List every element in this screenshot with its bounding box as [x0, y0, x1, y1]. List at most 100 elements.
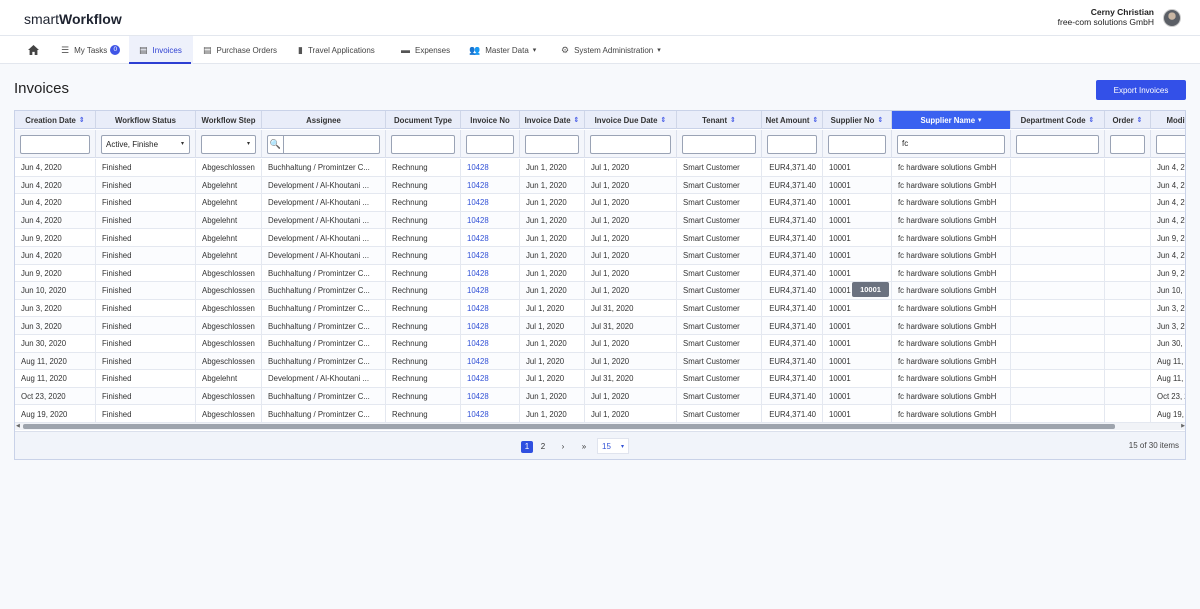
sort-icon[interactable]: ⇕ [1137, 116, 1143, 124]
filter-document-type-input[interactable] [391, 135, 455, 154]
filter-order-input[interactable] [1110, 135, 1145, 154]
column-header-workflow-status[interactable]: Workflow Status [96, 111, 196, 129]
nav-travel-applications[interactable]: ▮ Travel Applications [298, 36, 375, 64]
app-logo[interactable]: smartWorkflow [24, 11, 122, 27]
column-header-order[interactable]: Order ⇕ [1105, 111, 1151, 129]
table-row[interactable]: Oct 23, 2020 Finished Abgeschlossen Buchhal… [15, 387, 1185, 406]
page-button-2[interactable]: 2 [537, 441, 549, 453]
cell-invoice-no[interactable]: 10428 [461, 194, 520, 212]
cell-invoice-no[interactable]: 10428 [461, 229, 520, 247]
table-row[interactable]: Jun 3, 2020 Finished Abgeschlossen Buchhalt… [15, 299, 1185, 318]
filter-creation-date-input[interactable] [20, 135, 90, 154]
filter-assignee-input[interactable] [283, 135, 380, 154]
scroll-right-icon[interactable]: ▶ [1181, 423, 1185, 429]
cell-workflow-status: Finished [96, 194, 196, 212]
sort-icon[interactable]: ⇕ [1089, 116, 1095, 124]
column-header-assignee[interactable]: Assignee [262, 111, 386, 129]
search-icon[interactable]: 🔍 [267, 135, 283, 154]
cell-invoice-no[interactable]: 10428 [461, 176, 520, 195]
filter-invoice-date-input[interactable] [525, 135, 579, 154]
table-row[interactable]: Aug 11, 2020 Finished Abgelehnt Development… [15, 370, 1185, 388]
table-row[interactable]: Jun 4, 2020 Finished Abgelehnt Development … [15, 194, 1185, 212]
column-header-invoice-due-date[interactable]: Invoice Due Date ⇕ [585, 111, 677, 129]
filter-modified-input[interactable] [1156, 135, 1185, 154]
cell-document-type: Rechnung [386, 335, 461, 353]
filter-invoice-due-date-input[interactable] [590, 135, 671, 154]
next-page-button[interactable]: › [557, 441, 569, 453]
scrollbar-thumb[interactable] [23, 424, 1115, 429]
avatar[interactable] [1163, 9, 1181, 27]
sort-desc-icon[interactable]: ▾ [978, 116, 982, 124]
column-header-supplier-no[interactable]: Supplier No ⇕ [823, 111, 892, 129]
filter-net-amount-input[interactable] [767, 135, 817, 154]
column-header-invoice-no[interactable]: Invoice No [461, 111, 520, 129]
column-header-department-code[interactable]: Department Code ⇕ [1011, 111, 1105, 129]
cell-supplier-no: 10001 [823, 176, 892, 195]
filter-department-code-input[interactable] [1016, 135, 1099, 154]
nav-my-tasks[interactable]: ☰ My Tasks 0 [61, 36, 121, 64]
cell-invoice-no[interactable]: 10428 [461, 370, 520, 388]
filter-workflow-step-select[interactable]: ▾ [201, 135, 256, 154]
sort-icon[interactable]: ⇕ [730, 116, 736, 124]
cell-invoice-no[interactable]: 10428 [461, 299, 520, 318]
cell-invoice-no[interactable]: 10428 [461, 317, 520, 335]
cell-invoice-no[interactable]: 10428 [461, 352, 520, 371]
scroll-left-icon[interactable]: ◀ [16, 423, 20, 429]
table-row[interactable]: Jun 4, 2020 Finished Abgelehnt Development … [15, 176, 1185, 195]
nav-master-data[interactable]: 👥 Master Data ▾ [469, 36, 536, 64]
table-row[interactable]: Aug 19, 2020 Finished Abgeschlossen Buchhal… [15, 405, 1185, 423]
nav-system-administration[interactable]: ⚙ System Administration ▾ [561, 36, 661, 64]
table-row[interactable]: Jun 4, 2020 Finished Abgelehnt Development … [15, 247, 1185, 265]
home-icon [28, 45, 39, 55]
column-header-modified[interactable]: Modified [1151, 111, 1185, 129]
cell-invoice-no[interactable]: 10428 [461, 264, 520, 283]
column-header-invoice-date[interactable]: Invoice Date ⇕ [520, 111, 585, 129]
export-invoices-button[interactable]: Export Invoices [1096, 80, 1186, 100]
cell-invoice-no[interactable]: 10428 [461, 405, 520, 423]
cell-invoice-no[interactable]: 10428 [461, 335, 520, 353]
cell-invoice-no[interactable]: 10428 [461, 387, 520, 406]
table-row[interactable]: Jun 9, 2020 Finished Abgelehnt Development … [15, 229, 1185, 247]
cell-tenant: Smart Customer [677, 335, 762, 353]
horizontal-scrollbar[interactable]: ◀ ▶ [15, 423, 1185, 430]
table-row[interactable]: Jun 3, 2020 Finished Abgeschlossen Buchhalt… [15, 317, 1185, 335]
nav-purchase-orders[interactable]: ▤ Purchase Orders [203, 36, 277, 64]
last-page-button[interactable]: » [578, 441, 590, 453]
column-header-tenant[interactable]: Tenant ⇕ [677, 111, 762, 129]
filter-supplier-name-input[interactable]: fc [897, 135, 1005, 154]
table-row[interactable]: Jun 4, 2020 Finished Abgelehnt Development … [15, 211, 1185, 230]
table-row[interactable]: Jun 10, 2020 Finished Abgeschlossen Buchhal… [15, 282, 1185, 300]
cell-invoice-no[interactable]: 10428 [461, 282, 520, 300]
column-header-creation-date[interactable]: Creation Date ⇕ [15, 111, 96, 129]
invoices-grid: Creation Date ⇕ Workflow Status Workflow St… [14, 110, 1186, 460]
user-info[interactable]: Cerny Christian free-com solutions GmbH [1058, 7, 1154, 27]
table-row[interactable]: Jun 30, 2020 Finished Abgeschlossen Buchhal… [15, 335, 1185, 353]
filter-invoice-no-input[interactable] [466, 135, 514, 154]
table-row[interactable]: Jun 9, 2020 Finished Abgeschlossen Buchhalt… [15, 264, 1185, 283]
cell-invoice-due-date: Jul 1, 2020 [585, 352, 677, 371]
sort-icon[interactable]: ⇕ [877, 116, 883, 124]
table-row[interactable]: Jun 4, 2020 Finished Abgeschlossen Buchhalt… [15, 159, 1185, 177]
page-size-select[interactable]: 15 ▾ [597, 438, 629, 454]
cell-invoice-no[interactable]: 10428 [461, 159, 520, 177]
table-row[interactable]: Aug 11, 2020 Finished Abgeschlossen Buchhal… [15, 352, 1185, 371]
filter-tenant-input[interactable] [682, 135, 756, 154]
page-button-1[interactable]: 1 [521, 441, 533, 453]
cell-net-amount: EUR4,371.40 [762, 299, 823, 318]
column-header-net-amount[interactable]: Net Amount ⇕ [762, 111, 823, 129]
nav-invoices[interactable]: ▤ Invoices [129, 36, 191, 64]
column-header-workflow-step[interactable]: Workflow Step [196, 111, 262, 129]
cell-invoice-date: Jun 1, 2020 [520, 405, 585, 423]
nav-expenses[interactable]: ▬ Expenses [401, 36, 450, 64]
cell-invoice-no[interactable]: 10428 [461, 247, 520, 265]
sort-icon[interactable]: ⇕ [660, 116, 666, 124]
nav-home[interactable] [28, 36, 39, 64]
sort-icon[interactable]: ⇕ [79, 116, 85, 124]
sort-icon[interactable]: ⇕ [574, 116, 580, 124]
cell-invoice-no[interactable]: 10428 [461, 211, 520, 230]
filter-workflow-status-select[interactable]: Active, Finishe ▾ [101, 135, 190, 154]
sort-icon[interactable]: ⇕ [813, 116, 819, 124]
filter-supplier-no-input[interactable] [828, 135, 886, 154]
column-header-document-type[interactable]: Document Type [386, 111, 461, 129]
column-header-supplier-name[interactable]: Supplier Name ▾ [892, 111, 1011, 129]
